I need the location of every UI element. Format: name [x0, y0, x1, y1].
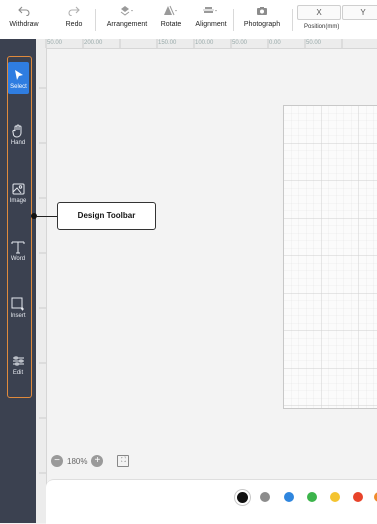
text-icon — [0, 239, 36, 255]
tool-select[interactable]: Select — [8, 62, 29, 94]
ruler-tick-label: 50.00 — [232, 40, 248, 46]
redo-icon — [62, 2, 86, 20]
zoom-control: − 180% + ⛶ — [51, 454, 130, 468]
tool-edit[interactable]: Edit — [0, 353, 36, 376]
position-y-input[interactable]: Y — [342, 5, 377, 20]
top-toolbar: Withdraw Redo Arrangement Rotate Alignme… — [0, 0, 377, 40]
toolbar-divider — [233, 9, 234, 31]
alignment-icon — [192, 2, 230, 20]
tool-image[interactable]: Image — [0, 181, 36, 204]
ruler-tick-label: 150.00 — [158, 40, 177, 46]
ruler-tick-label: 100.00 — [195, 40, 214, 46]
rotate-label: Rotate — [160, 21, 182, 28]
undo-icon — [7, 2, 41, 20]
redo-button[interactable]: Redo — [62, 2, 86, 28]
cursor-icon — [8, 67, 29, 83]
design-toolbar-highlight — [7, 56, 32, 398]
alignment-button[interactable]: Alignment — [192, 2, 230, 28]
withdraw-button[interactable]: Withdraw — [7, 2, 41, 28]
tool-word[interactable]: Word — [0, 239, 36, 262]
arrangement-button[interactable]: Arrangement — [104, 2, 150, 28]
color-swatch[interactable] — [353, 492, 363, 502]
ruler-tick-label: 50.00 — [306, 40, 322, 46]
ruler-tick-label: 0.00 — [269, 40, 281, 46]
tool-label: Hand — [10, 140, 26, 146]
redo-label: Redo — [65, 21, 83, 28]
sliders-icon — [0, 353, 36, 369]
rotate-icon — [158, 2, 184, 20]
color-swatch[interactable] — [284, 492, 294, 502]
image-icon — [0, 181, 36, 197]
color-swatch[interactable] — [307, 492, 317, 502]
tool-label: Word — [10, 256, 26, 262]
tool-label: Image — [9, 198, 27, 204]
hand-icon — [0, 123, 36, 139]
arrangement-icon — [104, 2, 150, 20]
zoom-out-button[interactable]: − — [51, 455, 63, 467]
tool-label: Insert — [10, 313, 26, 319]
camera-icon — [240, 2, 284, 20]
alignment-label: Alignment — [195, 21, 227, 28]
callout-line — [36, 216, 58, 217]
zoom-in-button[interactable]: + — [91, 455, 104, 467]
zoom-value: 180% — [67, 456, 88, 466]
shape-icon — [0, 296, 36, 312]
arrangement-label: Arrangement — [106, 21, 148, 28]
toolbar-divider — [292, 9, 293, 31]
withdraw-label: Withdraw — [9, 21, 39, 28]
position-label: Position(mm) — [304, 24, 340, 30]
canvas-grid[interactable] — [283, 105, 377, 409]
rotate-button[interactable]: Rotate — [158, 2, 184, 28]
tool-label: Edit — [12, 370, 24, 376]
photograph-button[interactable]: Photograph — [240, 2, 284, 28]
color-swatch[interactable] — [330, 492, 340, 502]
fit-screen-icon[interactable]: ⛶ — [117, 455, 130, 467]
tool-insert[interactable]: Insert — [0, 296, 36, 319]
toolbar-divider — [95, 9, 96, 31]
left-ruler — [36, 48, 47, 523]
color-swatch[interactable] — [237, 492, 248, 503]
position-x-input[interactable]: X — [297, 5, 341, 20]
top-ruler: 50.00 200.00 150.00 100.00 50.00 0.00 50… — [36, 39, 377, 49]
tool-hand[interactable]: Hand — [0, 123, 36, 146]
tool-label: Select — [10, 84, 27, 90]
color-swatch[interactable] — [260, 492, 270, 502]
design-toolbar-callout: Design Toolbar — [57, 202, 156, 230]
color-palette-bar — [46, 479, 377, 524]
ruler-tick-label: 50.00 — [47, 40, 63, 46]
ruler-tick-label: 200.00 — [84, 40, 103, 46]
photograph-label: Photograph — [243, 21, 281, 28]
